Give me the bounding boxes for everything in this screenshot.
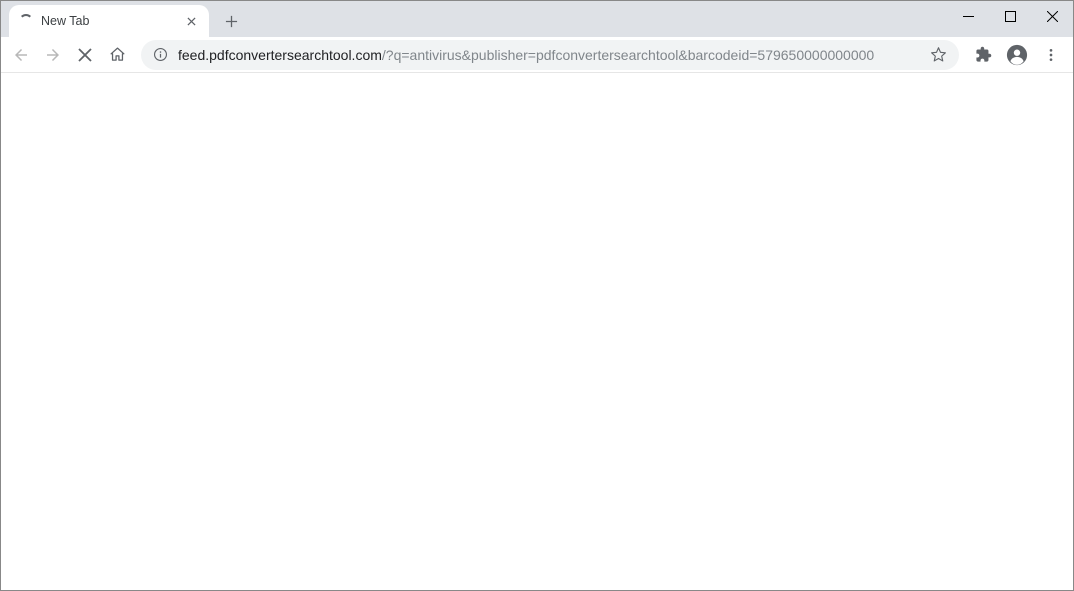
close-icon — [78, 48, 92, 62]
minimize-icon — [963, 11, 974, 22]
stop-reload-button[interactable] — [71, 41, 99, 69]
browser-tab[interactable]: New Tab — [9, 5, 209, 37]
tab-title: New Tab — [41, 14, 183, 28]
url-domain: feed.pdfconvertersearchtool.com — [178, 47, 382, 63]
window-controls — [947, 1, 1073, 31]
back-arrow-icon — [12, 46, 30, 64]
menu-button[interactable] — [1037, 41, 1065, 69]
plus-icon — [225, 15, 238, 28]
home-icon — [109, 46, 126, 63]
info-icon — [153, 47, 168, 62]
extensions-icon — [975, 46, 992, 63]
new-tab-button[interactable] — [217, 7, 245, 35]
close-icon — [1047, 11, 1058, 22]
loading-spinner-icon — [19, 14, 33, 28]
home-button[interactable] — [103, 41, 131, 69]
titlebar: New Tab — [1, 1, 1073, 37]
menu-dots-icon — [1043, 47, 1059, 63]
close-icon — [187, 17, 196, 26]
maximize-icon — [1005, 11, 1016, 22]
toolbar: feed.pdfconvertersearchtool.com/?q=antiv… — [1, 37, 1073, 73]
profile-button[interactable] — [1003, 41, 1031, 69]
url-path: /?q=antivirus&publisher=pdfconvertersear… — [382, 47, 874, 63]
site-info-button[interactable] — [153, 47, 168, 62]
toolbar-right — [969, 41, 1067, 69]
minimize-button[interactable] — [947, 1, 989, 31]
profile-icon — [1006, 44, 1028, 66]
address-bar[interactable]: feed.pdfconvertersearchtool.com/?q=antiv… — [141, 40, 959, 70]
bookmark-button[interactable] — [930, 46, 947, 63]
close-tab-button[interactable] — [183, 13, 199, 29]
forward-button[interactable] — [39, 41, 67, 69]
extensions-button[interactable] — [969, 41, 997, 69]
maximize-button[interactable] — [989, 1, 1031, 31]
star-icon — [930, 46, 947, 63]
url-text: feed.pdfconvertersearchtool.com/?q=antiv… — [178, 47, 920, 63]
forward-arrow-icon — [44, 46, 62, 64]
close-window-button[interactable] — [1031, 1, 1073, 31]
back-button[interactable] — [7, 41, 35, 69]
page-content — [2, 73, 1072, 589]
